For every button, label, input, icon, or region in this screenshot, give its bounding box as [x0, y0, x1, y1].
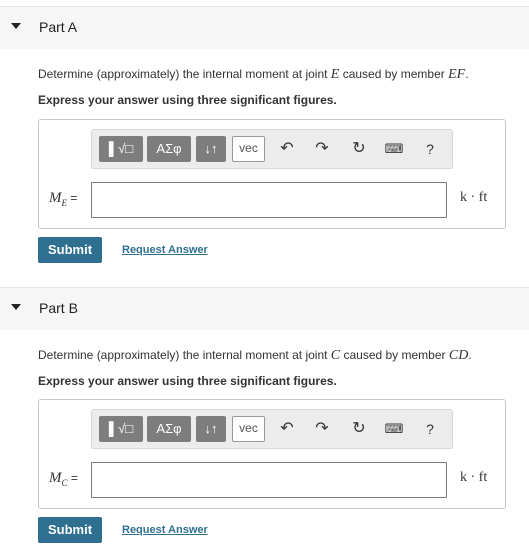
unit-label: k · ft — [460, 470, 488, 485]
part-a-instruction: Express your answer using three signific… — [38, 93, 337, 107]
variable-symbol: M — [49, 470, 62, 486]
part-a-question: Determine (approximately) the internal m… — [38, 67, 469, 83]
answer-input[interactable] — [91, 182, 447, 218]
undo-icon[interactable]: ↶ — [276, 138, 298, 160]
greek-symbols-button[interactable]: ΑΣφ — [147, 136, 191, 162]
part-b-answer-box: ▌√□ ΑΣφ ↓↑ vec ↶ ↷ ↻ ⌨ ? MC = k · ft — [38, 399, 506, 509]
collapse-caret-icon[interactable] — [11, 23, 21, 29]
question-text: Determine (approximately) the internal m… — [38, 348, 331, 362]
equals-sign: = — [67, 191, 78, 205]
request-answer-link[interactable]: Request Answer — [122, 244, 208, 256]
redo-icon[interactable]: ↷ — [311, 138, 333, 160]
vector-button[interactable]: vec — [232, 136, 265, 162]
question-text: caused by member — [340, 348, 449, 362]
question-text: . — [465, 67, 469, 81]
answer-input[interactable] — [91, 462, 447, 498]
part-a-title: Part A — [39, 19, 78, 35]
question-text: . — [468, 348, 472, 362]
reset-icon[interactable]: ↻ — [348, 138, 370, 160]
part-b-instruction: Express your answer using three signific… — [38, 374, 337, 388]
unit-label: k · ft — [460, 190, 488, 205]
submit-button[interactable]: Submit — [38, 237, 102, 263]
help-icon[interactable]: ? — [419, 138, 441, 160]
question-text: caused by member — [339, 67, 449, 81]
part-b-header[interactable]: Part B — [0, 287, 529, 330]
variable-label: ME = — [49, 190, 77, 208]
question-text: Determine (approximately) the internal m… — [38, 67, 331, 81]
redo-icon[interactable]: ↷ — [311, 418, 333, 440]
reset-icon[interactable]: ↻ — [348, 418, 370, 440]
member-symbol: EF — [448, 67, 466, 82]
greek-symbols-button[interactable]: ΑΣφ — [147, 416, 191, 442]
request-answer-link[interactable]: Request Answer — [122, 524, 208, 536]
keyboard-icon[interactable]: ⌨ — [383, 418, 405, 440]
submit-button[interactable]: Submit — [38, 517, 102, 543]
undo-icon[interactable]: ↶ — [276, 418, 298, 440]
joint-symbol: C — [330, 348, 341, 363]
variable-symbol: M — [49, 190, 62, 206]
vector-button[interactable]: vec — [232, 416, 265, 442]
math-toolbar: ▌√□ ΑΣφ ↓↑ vec ↶ ↷ ↻ ⌨ ? — [91, 409, 453, 449]
equals-sign: = — [67, 471, 78, 485]
part-b-title: Part B — [39, 300, 78, 316]
variable-label: MC = — [49, 470, 78, 488]
part-a-answer-box: ▌√□ ΑΣφ ↓↑ vec ↶ ↷ ↻ ⌨ ? ME = k · ft — [38, 119, 506, 229]
keyboard-icon[interactable]: ⌨ — [383, 138, 405, 160]
help-icon[interactable]: ? — [419, 418, 441, 440]
part-a-header[interactable]: Part A — [0, 6, 529, 49]
math-toolbar: ▌√□ ΑΣφ ↓↑ vec ↶ ↷ ↻ ⌨ ? — [91, 129, 453, 169]
arrows-button[interactable]: ↓↑ — [196, 136, 226, 162]
member-symbol: CD — [448, 348, 469, 363]
collapse-caret-icon[interactable] — [11, 304, 21, 310]
templates-button[interactable]: ▌√□ — [99, 416, 143, 442]
part-b-question: Determine (approximately) the internal m… — [38, 348, 472, 364]
arrows-button[interactable]: ↓↑ — [196, 416, 226, 442]
templates-button[interactable]: ▌√□ — [99, 136, 143, 162]
